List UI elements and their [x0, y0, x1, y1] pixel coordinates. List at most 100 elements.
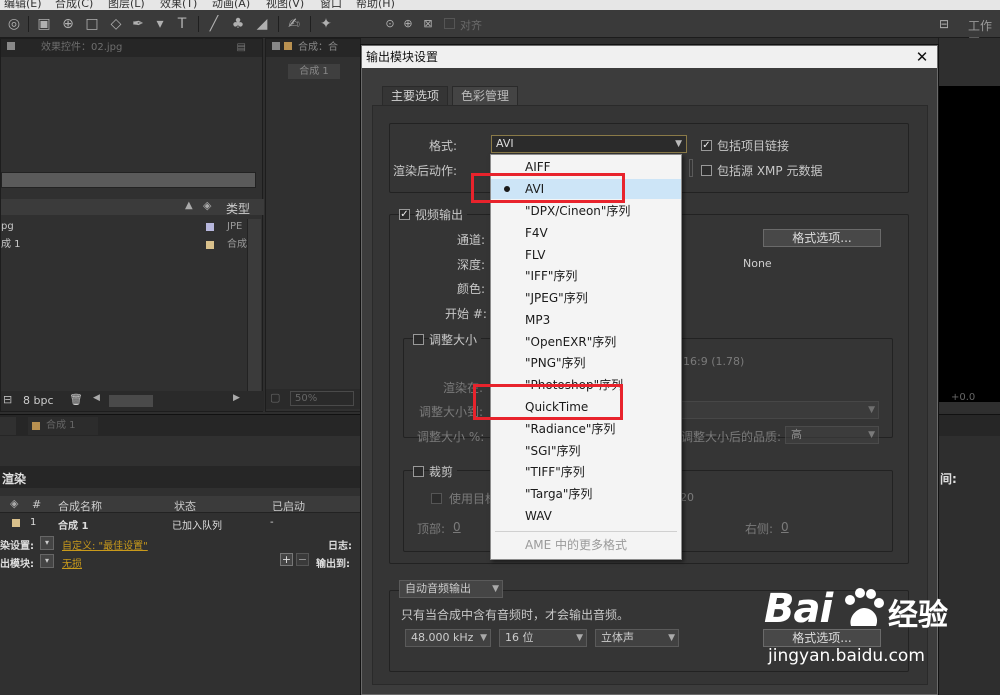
project-scrollbar[interactable] [247, 219, 261, 391]
render-settings-link[interactable]: 自定义: "最佳设置" [62, 537, 148, 552]
render-tab-edge[interactable] [0, 417, 16, 435]
format-option[interactable]: "DPX/Cineon"序列 [491, 201, 681, 221]
menu-effect[interactable]: 效果(T) [160, 0, 197, 10]
composition-tab[interactable]: 合成：合 [266, 39, 360, 57]
col-index[interactable]: # [32, 498, 41, 511]
menu-layer[interactable]: 图层(L) [108, 0, 145, 10]
output-module-dropdown-icon[interactable]: ▾ [40, 554, 54, 568]
format-option[interactable]: F4V [491, 223, 681, 243]
project-item[interactable]: 成 1 合成 [1, 237, 264, 253]
format-option[interactable]: "TIFF"序列 [491, 462, 681, 482]
scroll-left-icon[interactable]: ◀ [93, 393, 100, 403]
render-settings-dropdown-icon[interactable]: ▾ [40, 536, 54, 550]
format-option[interactable]: "Targa"序列 [491, 484, 681, 504]
remove-output-icon[interactable]: − [296, 553, 309, 566]
sample-rate-select[interactable]: 48.000 kHz ▼ [405, 629, 491, 647]
format-option[interactable]: "JPEG"序列 [491, 288, 681, 308]
pen-tool-icon[interactable]: ✒ [128, 14, 148, 34]
crop-checkbox[interactable] [413, 466, 424, 477]
puppet-pin-tool-icon[interactable]: ✦ [316, 14, 336, 34]
close-icon[interactable]: ✕ [915, 46, 929, 68]
format-option[interactable]: "IFF"序列 [491, 266, 681, 286]
more-formats-option[interactable]: AME 中的更多格式 [491, 535, 681, 555]
project-search-field[interactable] [1, 172, 256, 188]
bit-depth-select[interactable]: 16 位 ▼ [499, 629, 587, 647]
roto-brush-tool-icon[interactable]: ✍ [284, 14, 304, 34]
resize-quality-select[interactable]: 高 ▼ [785, 426, 879, 444]
format-option[interactable]: "PNG"序列 [491, 353, 681, 373]
bpc-label[interactable]: 8 bpc [23, 394, 54, 407]
format-select[interactable]: AVI ▼ [491, 135, 687, 153]
format-option[interactable]: "Radiance"序列 [491, 419, 681, 439]
post-render-select[interactable] [689, 159, 693, 177]
chevron-down-icon: ▼ [675, 139, 682, 149]
mask-tool-icon[interactable]: ◇ [106, 14, 126, 34]
render-settings-row: 染设置: ▾ 自定义: "最佳设置" 日志: [0, 535, 361, 553]
video-output-checkbox[interactable]: ✓ [399, 209, 410, 220]
col-started[interactable]: 已启动 [272, 498, 305, 514]
local-axis-icon[interactable]: ⊙ [380, 14, 400, 34]
col-comp-name[interactable]: 合成名称 [58, 498, 102, 514]
label-tag-icon[interactable]: ◈ [10, 497, 18, 510]
world-axis-icon[interactable]: ⊕ [398, 14, 418, 34]
eraser-tool-icon[interactable]: ◢ [252, 14, 272, 34]
menu-animation[interactable]: 动画(A) [212, 0, 250, 10]
format-option[interactable]: "OpenEXR"序列 [491, 332, 681, 352]
include-xmp-checkbox[interactable] [701, 165, 712, 176]
render-queue-row[interactable]: 1 合成 1 已加入队列 - [0, 515, 361, 533]
output-module-link[interactable]: 无损 [62, 555, 82, 570]
format-option[interactable]: FLV [491, 245, 681, 265]
snap-checkbox[interactable] [444, 18, 455, 29]
col-status[interactable]: 状态 [174, 498, 196, 514]
trash-icon[interactable]: 🗑 [69, 393, 83, 406]
timeline-comp-tab-label: 合成 1 [46, 420, 76, 431]
workspace-icon[interactable]: ⊟ [934, 14, 954, 34]
depth-label: 深度: [457, 258, 486, 272]
brush-tool-icon[interactable]: ╱ [204, 14, 224, 34]
format-option[interactable]: "SGI"序列 [491, 441, 681, 461]
clone-stamp-tool-icon[interactable]: ♣ [228, 14, 248, 34]
resize-checkbox[interactable] [413, 334, 424, 345]
zoom-select[interactable]: 50% [290, 391, 354, 406]
format-option[interactable]: MP3 [491, 310, 681, 330]
project-item[interactable]: pg JPE ⊞ [1, 219, 264, 235]
right-value[interactable]: 0 [781, 520, 789, 534]
timeline-comp-tab[interactable]: 合成 1 [28, 417, 98, 435]
auto-audio-select[interactable]: 自动音频输出 ▼ [399, 580, 503, 598]
tab-main-options[interactable]: 主要选项 [382, 86, 449, 105]
include-project-link-checkbox[interactable]: ✓ [701, 140, 712, 151]
resize-to-select[interactable]: ▼ [681, 401, 879, 419]
orbit-tool-icon[interactable]: ◎ [4, 14, 24, 34]
view-axis-icon[interactable]: ⊠ [418, 14, 438, 34]
use-region-checkbox[interactable] [431, 493, 442, 504]
scroll-thumb[interactable] [109, 395, 153, 407]
format-option[interactable]: WAV [491, 506, 681, 526]
menu-window[interactable]: 窗口 [320, 0, 342, 10]
sort-up-icon[interactable]: ▲ [185, 200, 193, 211]
row-comp: 合成 1 [58, 521, 89, 532]
exposure-value[interactable]: +0.0 [951, 392, 975, 403]
column-type[interactable]: 类型 [226, 200, 250, 217]
label-tag-icon[interactable]: ◈ [203, 199, 211, 212]
flowchart-icon[interactable]: ⊟ [3, 393, 12, 406]
top-value[interactable]: 0 [453, 520, 461, 534]
pan-behind-tool-icon[interactable]: ⊕ [58, 14, 78, 34]
effects-control-tab[interactable]: 效果控件：02.jpg ▤ [1, 39, 262, 57]
pen-tool-menu-icon[interactable]: ▾ [150, 14, 170, 34]
camera-tool-icon[interactable]: ▣ [34, 14, 54, 34]
view-toggle-icon[interactable]: ▢ [270, 391, 280, 404]
text-tool-icon[interactable]: T [172, 14, 192, 34]
format-options-button[interactable]: 格式选项... [763, 229, 881, 247]
resize-label: 调整大小 [429, 331, 482, 348]
rectangle-tool-icon[interactable]: □ [82, 14, 102, 34]
menu-edit[interactable]: 编辑(E) [4, 0, 42, 10]
menu-help[interactable]: 帮助(H) [356, 0, 395, 10]
menu-composition[interactable]: 合成(C) [55, 0, 93, 10]
comp-subtab[interactable]: 合成 1 [288, 64, 340, 79]
add-output-icon[interactable]: + [280, 553, 293, 566]
scroll-right-icon[interactable]: ▶ [233, 393, 240, 403]
channels-select[interactable]: 立体声 ▼ [595, 629, 679, 647]
tab-color-management[interactable]: 色彩管理 [452, 86, 519, 105]
menu-view[interactable]: 视图(V) [266, 0, 304, 10]
paw-icon [845, 588, 884, 626]
